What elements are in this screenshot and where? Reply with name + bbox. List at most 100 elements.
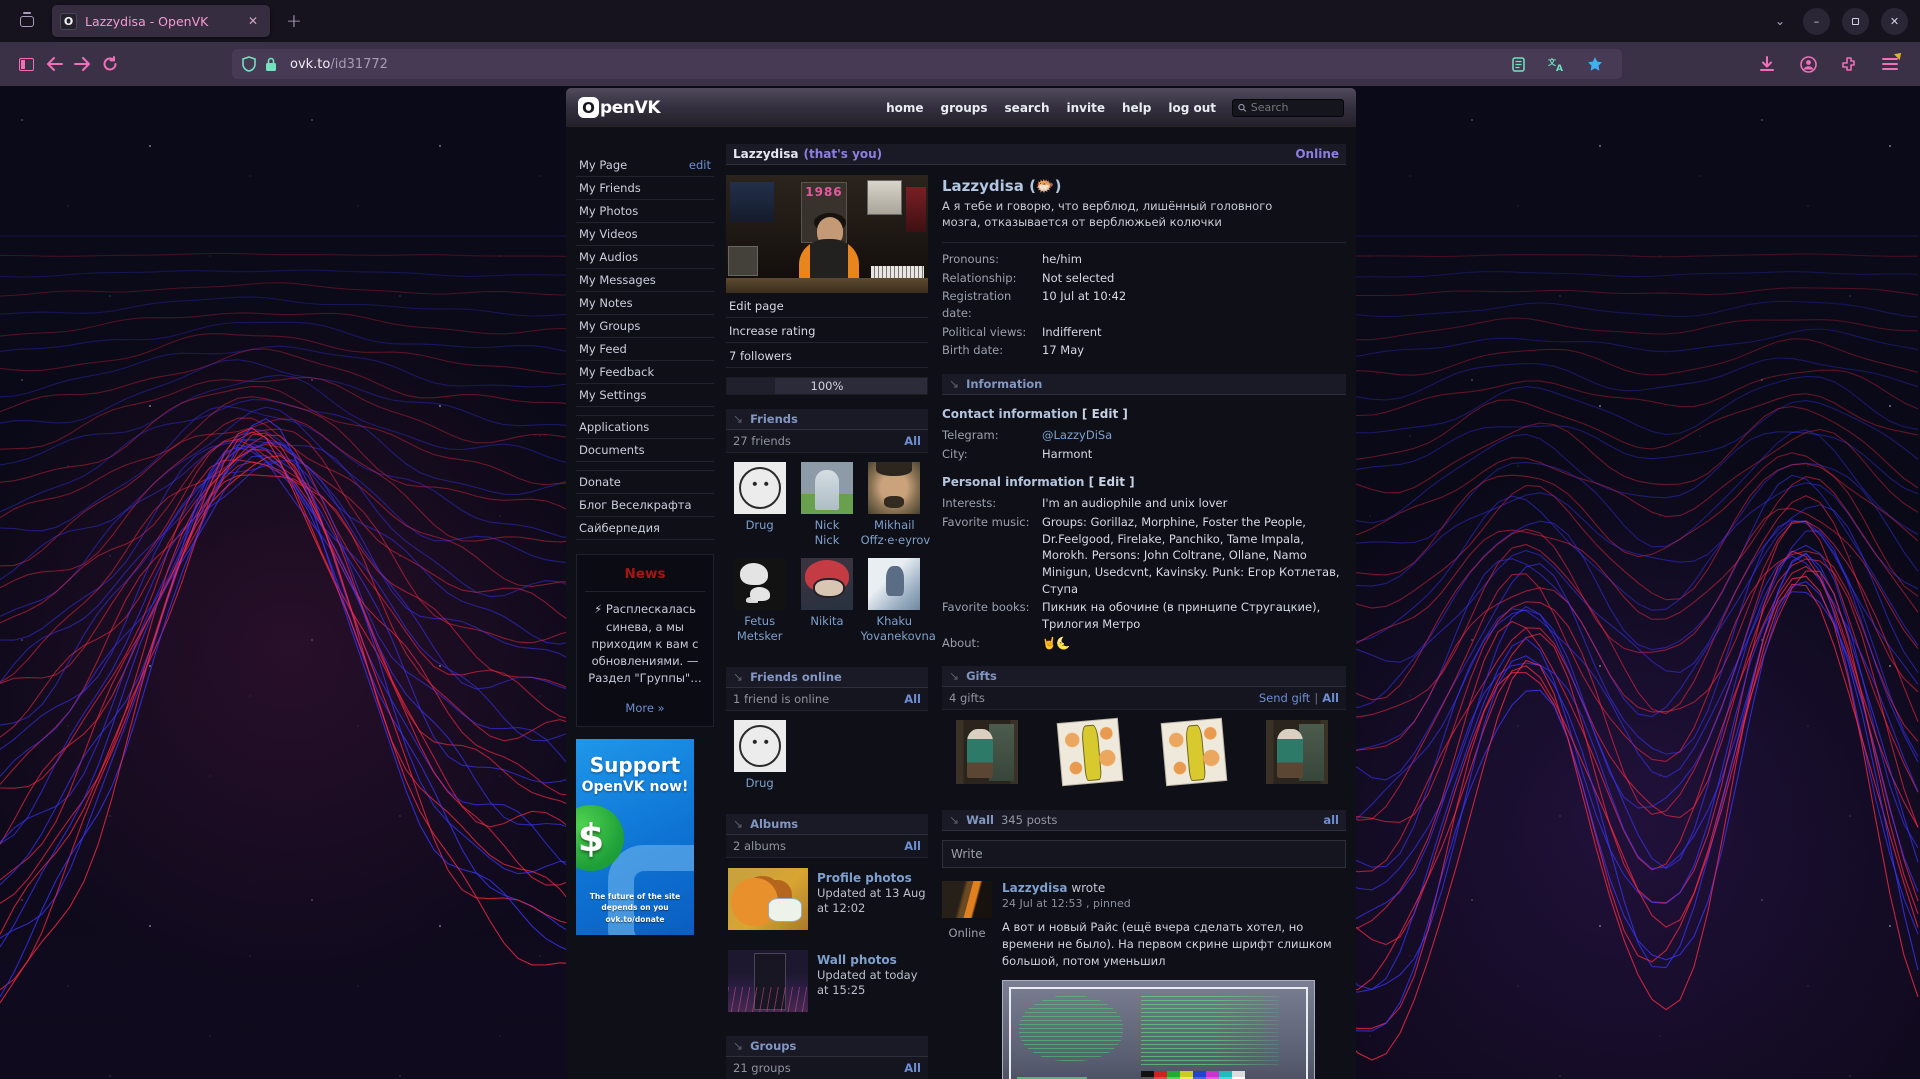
reader-mode-icon[interactable] — [1512, 57, 1525, 72]
friend-card[interactable]: Nikita — [793, 558, 860, 644]
menu-icon[interactable] — [1876, 50, 1904, 78]
albums-all-link[interactable]: All — [904, 839, 921, 853]
friend-card[interactable]: Drug — [726, 462, 793, 548]
friend-avatar[interactable] — [868, 558, 920, 610]
friend-card[interactable]: FetusMetsker — [726, 558, 793, 644]
friends-online-all-link[interactable]: All — [904, 692, 921, 706]
collapse-arrow-icon[interactable]: ↘ — [949, 377, 959, 391]
friend-name[interactable]: Drug — [726, 518, 793, 533]
sidebar-item[interactable]: My Settings — [576, 384, 714, 407]
album-thumbnail[interactable] — [728, 868, 808, 930]
collapse-arrow-icon[interactable]: ↘ — [733, 817, 743, 831]
openvk-logo[interactable]: O penVK — [578, 97, 660, 118]
profile-status[interactable]: А я тебе и говорю, что верблюд, лишённый… — [942, 199, 1314, 230]
sidebar-item[interactable]: My Notes — [576, 292, 714, 315]
url-bar[interactable]: ovk.to/id31772 文A — [232, 49, 1622, 79]
album-name[interactable]: Profile photos — [817, 870, 926, 886]
collapse-arrow-icon[interactable]: ↘ — [733, 670, 743, 684]
lock-icon[interactable] — [265, 57, 277, 72]
gift-box-image[interactable] — [1161, 719, 1226, 785]
window-minimize-button[interactable]: – — [1803, 8, 1830, 35]
back-icon[interactable] — [40, 50, 68, 78]
profile-action-link[interactable]: 7 followers — [726, 345, 928, 368]
tab-close-icon[interactable]: ✕ — [244, 12, 262, 30]
window-close-button[interactable]: ✕ — [1881, 8, 1908, 35]
friend-surname[interactable]: Nick — [793, 533, 860, 548]
friend-card[interactable]: NickNick — [793, 462, 860, 548]
search-box[interactable] — [1232, 99, 1344, 117]
friend-card[interactable]: MikhailOffz·e·eyrov — [861, 462, 928, 548]
post-author-avatar[interactable] — [942, 881, 992, 918]
friend-avatar[interactable] — [801, 462, 853, 514]
groups-all-link[interactable]: All — [904, 1061, 921, 1075]
friend-surname[interactable]: Offz·e·eyrov — [861, 533, 928, 548]
sidebar-item[interactable]: My Videos — [576, 223, 714, 246]
nav-groups[interactable]: groups — [941, 101, 988, 115]
post-author-link[interactable]: Lazzydisa — [1002, 881, 1067, 895]
extensions-icon[interactable] — [1835, 50, 1863, 78]
friend-card[interactable]: Drug — [726, 720, 793, 791]
profile-action-link[interactable]: Edit page — [726, 295, 928, 318]
friend-avatar[interactable] — [734, 462, 786, 514]
sidebar-item[interactable]: My Pageedit — [576, 154, 714, 177]
bookmark-star-icon[interactable] — [1587, 56, 1603, 72]
nav-home[interactable]: home — [886, 101, 923, 115]
tracking-shield-icon[interactable] — [242, 56, 256, 72]
album-row[interactable]: Profile photosUpdated at 13 Aug at 12:02 — [726, 858, 928, 940]
friend-name[interactable]: Fetus — [726, 614, 793, 629]
translate-icon[interactable]: 文A — [1548, 57, 1564, 72]
gift-man-image[interactable] — [1266, 720, 1328, 784]
friend-avatar[interactable] — [734, 720, 786, 772]
nav-invite[interactable]: invite — [1066, 101, 1104, 115]
friend-avatar[interactable] — [801, 558, 853, 610]
profile-photo[interactable]: 1986 — [726, 175, 928, 293]
friend-name[interactable]: Drug — [726, 776, 793, 791]
sidebar-item[interactable]: My Friends — [576, 177, 714, 200]
news-more-link[interactable]: More » — [585, 700, 705, 717]
friend-avatar[interactable] — [734, 558, 786, 610]
sidebar-item[interactable]: My Audios — [576, 246, 714, 269]
friend-name[interactable]: Mikhail — [861, 518, 928, 533]
gifts-all-link[interactable]: All — [1322, 691, 1339, 705]
search-input[interactable] — [1251, 101, 1338, 114]
collapse-arrow-icon[interactable]: ↘ — [949, 669, 959, 683]
donate-banner[interactable]: Support OpenVK now! $ The future of the … — [576, 739, 694, 935]
profile-action-link[interactable]: Increase rating — [726, 320, 928, 343]
sidebar-toggle-icon[interactable] — [12, 50, 40, 78]
sidebar-item[interactable]: Applications — [576, 415, 714, 439]
album-thumbnail[interactable] — [728, 950, 808, 1012]
sidebar-item[interactable]: Donate — [576, 470, 714, 494]
friend-surname[interactable]: Yovanekovna — [861, 629, 928, 644]
tab-list-chevron-icon[interactable]: ⌄ — [1775, 14, 1785, 28]
browser-tab[interactable]: O Lazzydisa - OpenVK ✕ — [52, 5, 270, 37]
friend-surname[interactable]: Metsker — [726, 629, 793, 644]
friend-name[interactable]: Nick — [793, 518, 860, 533]
friend-card[interactable]: KhakuYovanekovna — [861, 558, 928, 644]
sidebar-item[interactable]: Блог Веселкрафта — [576, 494, 714, 517]
window-maximize-button[interactable] — [1842, 8, 1869, 35]
wall-all-link[interactable]: all — [1323, 813, 1339, 827]
send-gift-link[interactable]: Send gift — [1259, 691, 1310, 705]
friend-name[interactable]: Khaku — [861, 614, 928, 629]
downloads-icon[interactable] — [1753, 50, 1781, 78]
post-date[interactable]: 24 Jul at 12:53 , pinned — [1002, 897, 1346, 910]
personal-edit-link[interactable]: [ Edit ] — [1089, 475, 1135, 489]
sidebar-item[interactable]: My Feedback — [576, 361, 714, 384]
collapse-arrow-icon[interactable]: ↘ — [733, 1039, 743, 1053]
collapse-arrow-icon[interactable]: ↘ — [733, 412, 743, 426]
friend-avatar[interactable] — [868, 462, 920, 514]
sidebar-item[interactable]: My Messages — [576, 269, 714, 292]
post-attachment-screenshot[interactable] — [1002, 980, 1315, 1079]
nav-search[interactable]: search — [1005, 101, 1050, 115]
sidebar-edit-link[interactable]: edit — [689, 158, 711, 172]
nav-help[interactable]: help — [1122, 101, 1151, 115]
reload-icon[interactable] — [96, 50, 124, 78]
contact-edit-link[interactable]: [ Edit ] — [1082, 407, 1128, 421]
forward-icon[interactable] — [68, 50, 96, 78]
gift-box-image[interactable] — [1058, 719, 1123, 785]
friends-all-link[interactable]: All — [904, 434, 921, 448]
sidebar-item[interactable]: Сайберпедия — [576, 517, 714, 540]
sidebar-item[interactable]: My Photos — [576, 200, 714, 223]
gift-man-image[interactable] — [956, 720, 1018, 784]
firefox-view-icon[interactable] — [14, 8, 40, 34]
